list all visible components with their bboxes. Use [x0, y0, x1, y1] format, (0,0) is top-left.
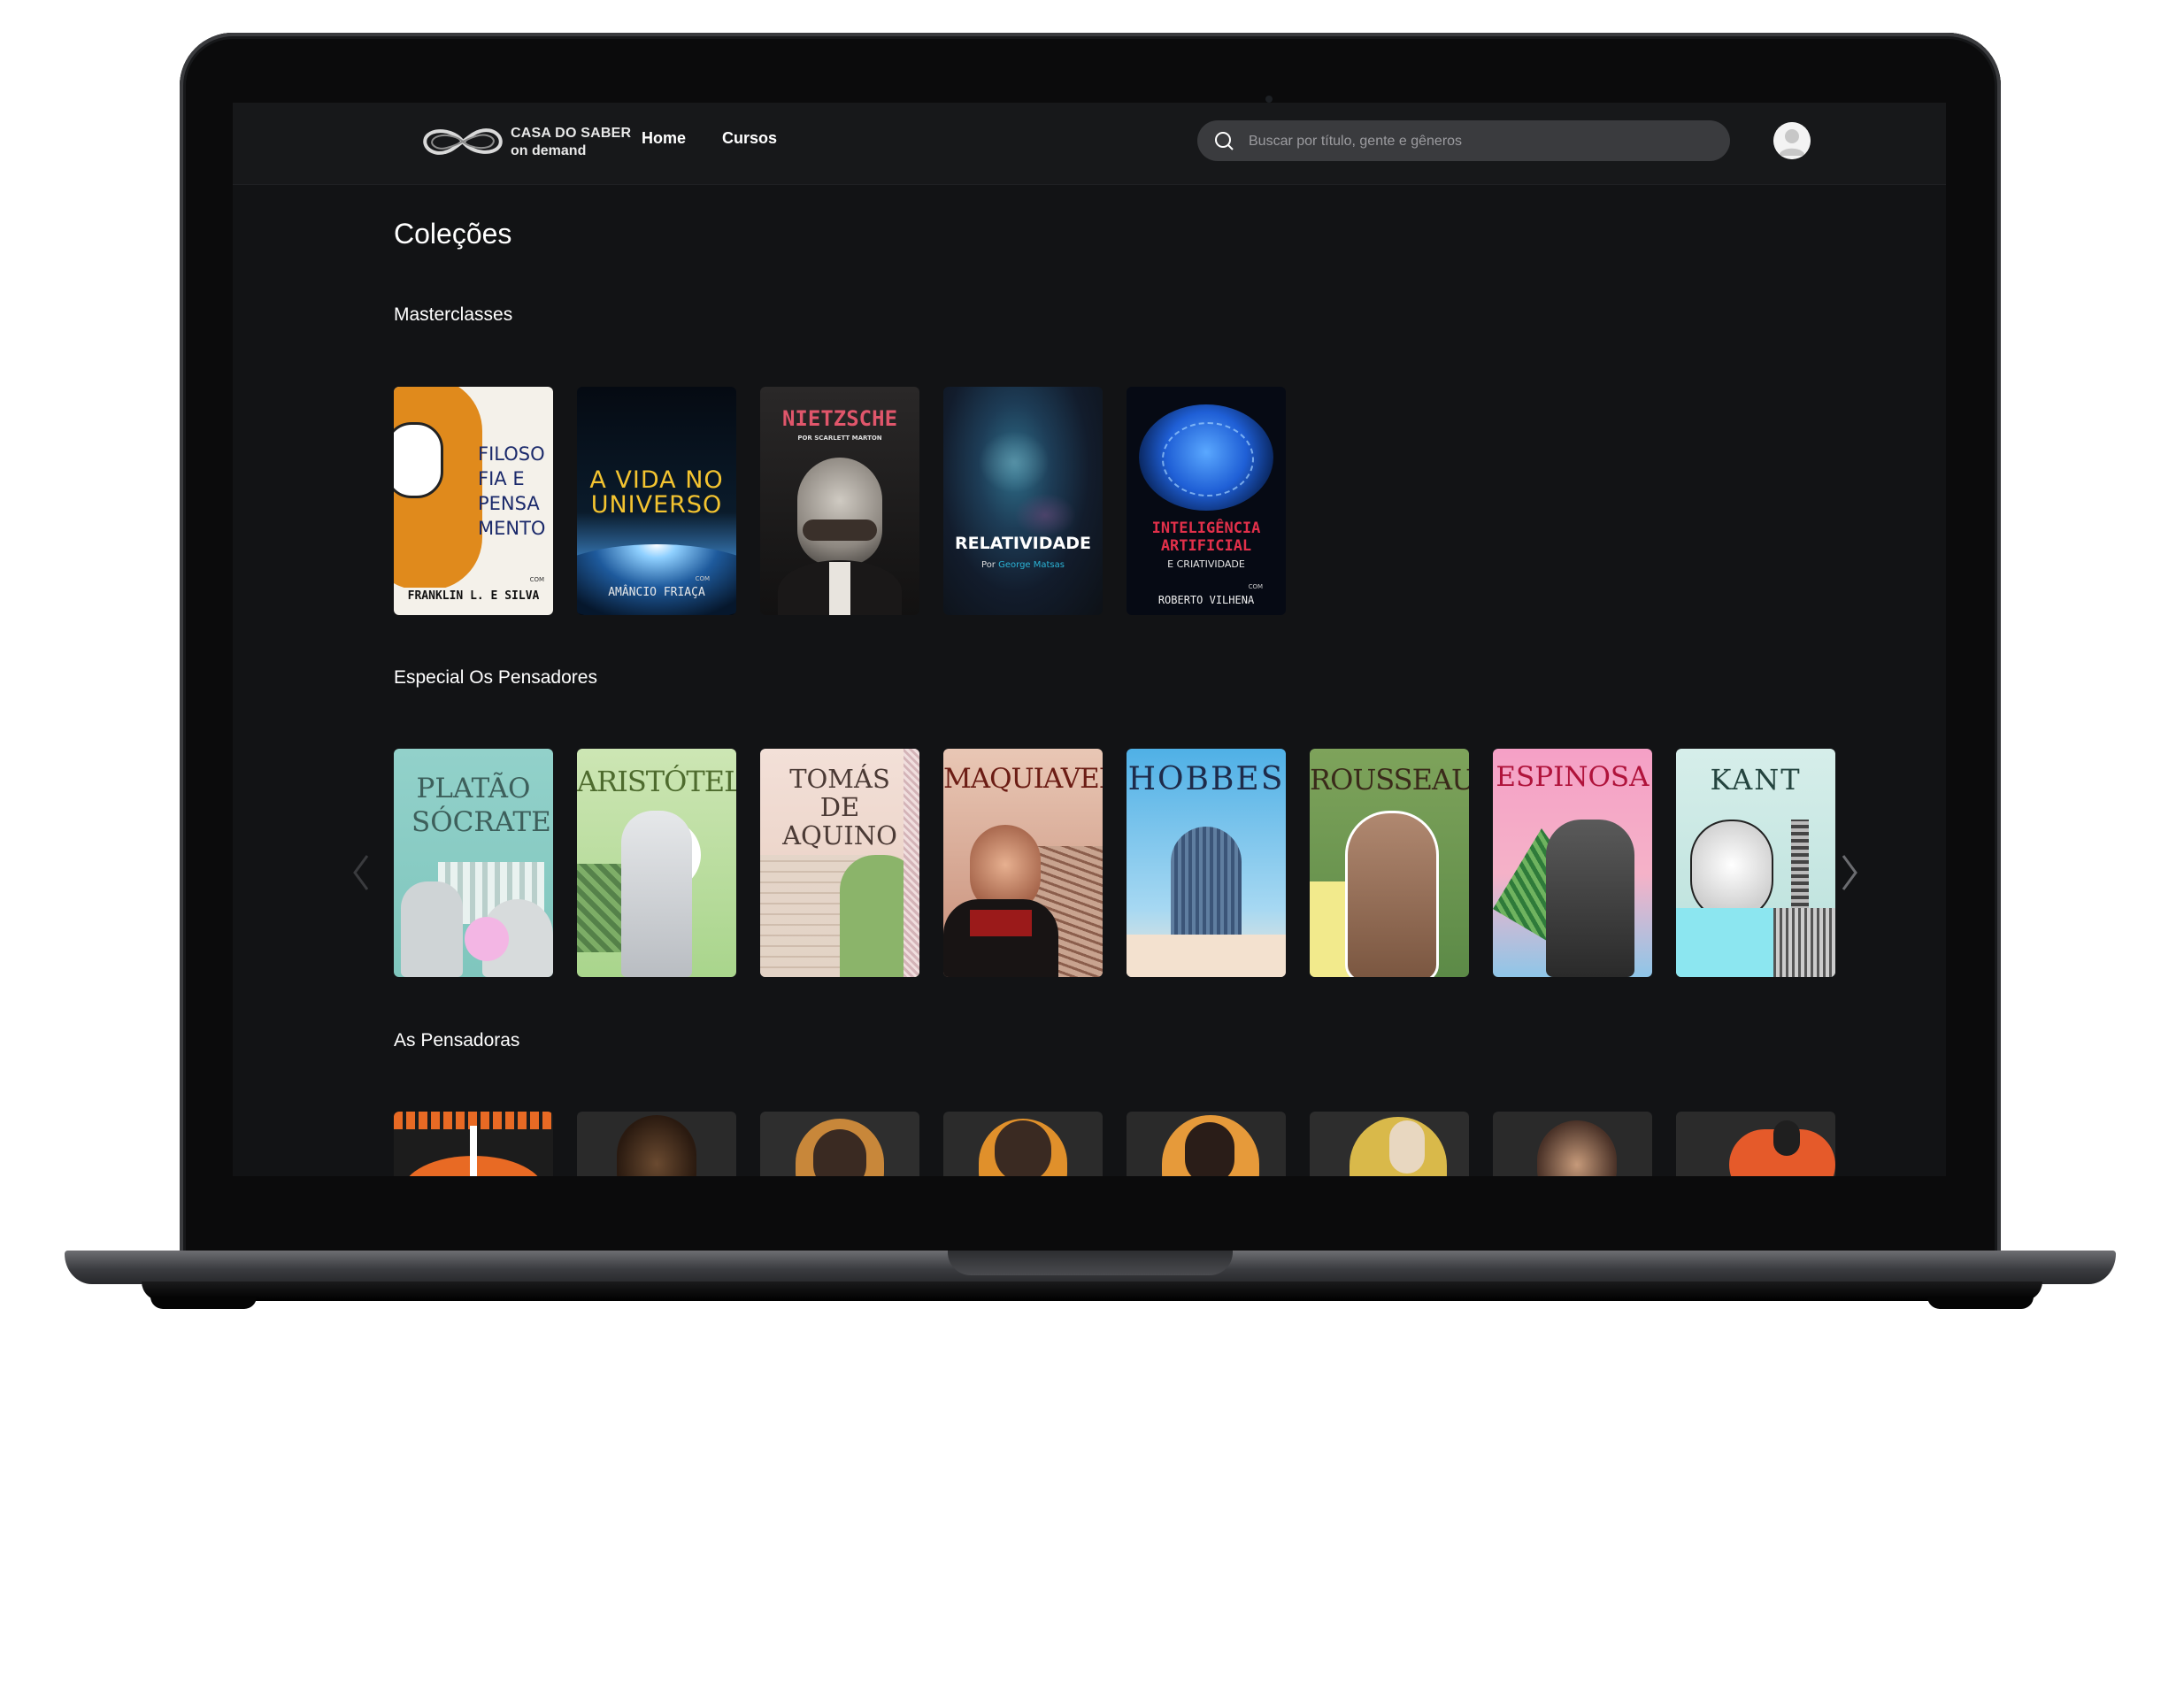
- card-subtitle-name: George Matsas: [998, 560, 1065, 570]
- building-art: [1773, 908, 1835, 977]
- card-title: HOBBES: [1127, 761, 1285, 797]
- chevron-right-icon[interactable]: [1836, 850, 1863, 895]
- top-navbar: CASA DO SABER on demand Home Cursos: [233, 103, 1946, 185]
- card-title: TOMÁS DE AQUINO: [782, 764, 897, 850]
- decor-block: [1676, 908, 1773, 977]
- pensadoras-row: [394, 1112, 1845, 1176]
- card-title: ESPINOSA: [1496, 761, 1650, 793]
- card-subtitle-prefix: Por: [981, 560, 996, 570]
- card-title: A VIDA NO UNIVERSO: [589, 466, 724, 519]
- card-subtitle: E CRIATIVIDADE: [1167, 558, 1245, 570]
- pattern-strip: [904, 749, 919, 977]
- course-card-pensadora-6[interactable]: [1310, 1112, 1469, 1176]
- card-author: AMÂNCIO FRIAÇA: [608, 586, 705, 599]
- torch-icon: [470, 1126, 477, 1176]
- section-title-masterclasses: Masterclasses: [394, 304, 513, 325]
- portrait-face: [995, 1120, 1051, 1176]
- portrait-mustache: [803, 520, 877, 541]
- course-card-kant[interactable]: KANT: [1676, 749, 1835, 977]
- planet-horizon: [577, 544, 736, 615]
- course-card-pensadora-5[interactable]: [1127, 1112, 1286, 1176]
- figure-art: [1773, 1120, 1800, 1156]
- pensadores-row: PLATÃO SÓCRATES ARISTÓTELES TOMÁS DE AQU…: [394, 749, 1845, 979]
- laptop-notch: [948, 1251, 1233, 1275]
- laptop-foot-right: [1927, 1297, 2034, 1309]
- portrait-art: [1537, 1120, 1617, 1176]
- portrait-collar: [970, 910, 1032, 936]
- card-title: RELATIVIDADE: [955, 534, 1091, 553]
- portrait-art: [617, 1115, 696, 1176]
- brand-tagline: on demand: [511, 143, 587, 158]
- card-author-prefix: COM: [695, 575, 710, 582]
- course-card-pensadora-4[interactable]: [943, 1112, 1103, 1176]
- card-title: MAQUIAVEL: [943, 763, 1103, 795]
- brain-circuit: [1162, 422, 1254, 496]
- card-title: PLATÃO SÓCRATES: [411, 773, 553, 838]
- course-card-vida-universo[interactable]: A VIDA NO UNIVERSO COM AMÂNCIO FRIAÇA: [577, 387, 736, 615]
- search-icon: [1215, 132, 1234, 150]
- course-card-maquiavel[interactable]: MAQUIAVEL: [943, 749, 1103, 977]
- nav-courses[interactable]: Cursos: [722, 129, 777, 148]
- course-card-espinosa[interactable]: ESPINOSA: [1493, 749, 1652, 977]
- laptop-foot-left: [150, 1297, 257, 1309]
- masterclasses-row: FILOSO FIA E PENSA MENTO COM FRANKLIN L.…: [394, 387, 1845, 617]
- course-card-pensadora-7[interactable]: [1493, 1112, 1652, 1176]
- chevron-left-icon[interactable]: [348, 850, 374, 895]
- user-avatar-icon[interactable]: [1773, 122, 1811, 159]
- course-card-pensadora-8[interactable]: [1676, 1112, 1835, 1176]
- course-card-inteligencia-artificial[interactable]: INTELIGÊNCIA ARTIFICIAL E CRIATIVIDADE C…: [1127, 387, 1286, 615]
- statue-art: [401, 881, 463, 977]
- course-card-pensadora-1[interactable]: [394, 1112, 553, 1176]
- portrait-face: [813, 1129, 866, 1176]
- course-card-tomas-de-aquino[interactable]: TOMÁS DE AQUINO: [760, 749, 919, 977]
- bust-art: [1345, 811, 1439, 977]
- nebula-art: [979, 431, 1050, 493]
- course-card-platao-socrates[interactable]: PLATÃO SÓCRATES: [394, 749, 553, 977]
- card-title: KANT: [1710, 763, 1802, 797]
- card-title: INTELIGÊNCIA ARTIFICIAL: [1151, 520, 1261, 555]
- portrait-collar: [829, 562, 850, 615]
- card-title: ARISTÓTELES: [577, 765, 736, 798]
- card-author-prefix: COM: [1248, 583, 1263, 590]
- brand-name: CASA DO SABER: [511, 126, 632, 141]
- infinity-icon: [423, 128, 503, 155]
- card-title: FILOSO FIA E PENSA MENTO: [478, 443, 546, 539]
- card-subtitle: Por George Matsas: [943, 560, 1103, 570]
- course-card-aristoteles[interactable]: ARISTÓTELES: [577, 749, 736, 977]
- section-title-pensadores: Especial Os Pensadores: [394, 667, 597, 688]
- card-author-prefix: COM: [529, 576, 544, 583]
- card-subtitle: POR SCARLETT MARTON: [797, 435, 882, 442]
- course-card-rousseau[interactable]: ROUSSEAU: [1310, 749, 1469, 977]
- course-card-nietzsche[interactable]: NIETZSCHE POR SCARLETT MARTON: [760, 387, 919, 615]
- portrait-face: [797, 458, 882, 566]
- course-card-relatividade[interactable]: RELATIVIDADE Por George Matsas: [943, 387, 1103, 615]
- nebula-art-2: [1014, 493, 1076, 537]
- lightbulb-icon: [394, 422, 443, 498]
- ground-art: [1127, 935, 1286, 977]
- card-title: NIETZSCHE: [781, 406, 898, 431]
- card-author: ROBERTO VILHENA: [1157, 594, 1255, 606]
- camera: [1265, 96, 1273, 103]
- search-input[interactable]: [1247, 120, 1711, 163]
- portrait-face: [1389, 1120, 1425, 1174]
- page-title: Coleções: [394, 218, 512, 250]
- card-title: ROUSSEAU: [1310, 763, 1469, 797]
- nav-home[interactable]: Home: [642, 129, 686, 148]
- portrait-face: [1690, 820, 1773, 920]
- course-card-pensadora-2[interactable]: [577, 1112, 736, 1176]
- portrait-face: [1185, 1122, 1234, 1176]
- course-card-hobbes[interactable]: HOBBES: [1127, 749, 1286, 977]
- decor-circle: [465, 917, 509, 961]
- search-bar: [1197, 120, 1730, 163]
- card-author: FRANKLIN L. E SILVA: [394, 588, 553, 604]
- statue-art: [621, 811, 692, 977]
- course-card-filosofia[interactable]: FILOSO FIA E PENSA MENTO COM FRANKLIN L.…: [394, 387, 553, 615]
- leaf-art: [577, 864, 621, 952]
- screen: CASA DO SABER on demand Home Cursos Cole…: [233, 103, 1946, 1176]
- laptop-base-bottom: [142, 1282, 2042, 1301]
- brand-logo[interactable]: CASA DO SABER on demand: [420, 120, 642, 165]
- course-card-pensadora-3[interactable]: [760, 1112, 919, 1176]
- section-title-pensadoras: As Pensadoras: [394, 1030, 520, 1051]
- statue-art: [1546, 820, 1634, 977]
